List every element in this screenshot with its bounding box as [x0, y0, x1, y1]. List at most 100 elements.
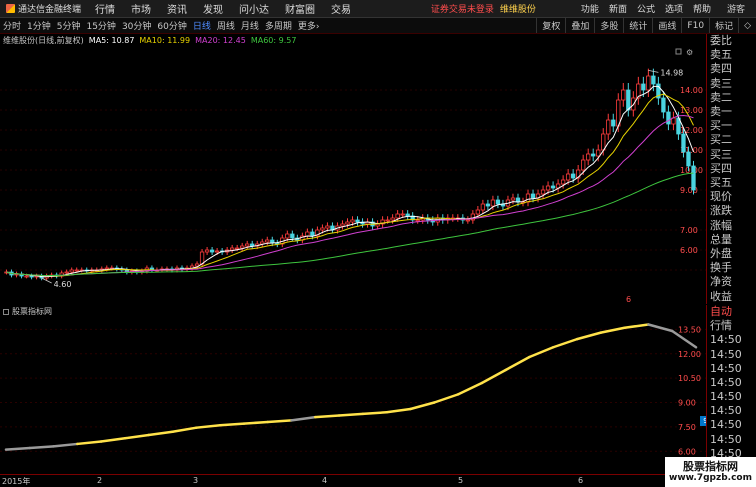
- panel-item[interactable]: 外盘: [707, 247, 756, 261]
- period-monthly[interactable]: 月线: [238, 19, 262, 32]
- panel-item[interactable]: 买一: [707, 119, 756, 133]
- panel-item[interactable]: 换手: [707, 261, 756, 275]
- candle: [74, 269, 79, 272]
- menu-quotes[interactable]: 行情: [87, 1, 123, 16]
- candle: [525, 193, 531, 203]
- period-30min[interactable]: 30分钟: [119, 19, 154, 32]
- candlestick-chart[interactable]: 14.0013.0012.0011.0010.009.007.006.0014.…: [0, 46, 706, 304]
- indicator-segment: [385, 407, 412, 414]
- current-stock-name: 维维股份: [499, 5, 536, 15]
- menu-market[interactable]: 市场: [123, 1, 159, 16]
- period-daily[interactable]: 日线: [190, 19, 214, 32]
- period-intraday[interactable]: 分时: [0, 19, 24, 32]
- candle: [691, 165, 696, 191]
- panel-item[interactable]: 净资: [707, 275, 756, 289]
- menu-new-page[interactable]: 新面: [604, 2, 632, 15]
- draw-line-button[interactable]: 画线: [652, 18, 681, 33]
- panel-item[interactable]: 买三: [707, 148, 756, 162]
- logo-icon: [6, 4, 15, 13]
- candle: [350, 219, 355, 223]
- indicator-segment: [551, 337, 579, 349]
- panel-item[interactable]: 总量: [707, 233, 756, 247]
- panel-item[interactable]: 涨幅: [707, 219, 756, 233]
- candle: [475, 209, 481, 215]
- tick-time[interactable]: 行情: [707, 319, 756, 333]
- ma-line: [6, 85, 694, 278]
- statistics-button[interactable]: 统计: [623, 18, 652, 33]
- panel-item[interactable]: 买四: [707, 162, 756, 176]
- period-5min[interactable]: 5分钟: [54, 19, 84, 32]
- y-tick-label: 10.50: [678, 374, 701, 383]
- watermark-url: www.7gpzb.com: [669, 473, 752, 484]
- mark-button[interactable]: 标记: [709, 18, 738, 33]
- f10-button[interactable]: F10: [681, 18, 709, 33]
- checkbox-icon[interactable]: [3, 308, 9, 315]
- menu-functions[interactable]: 功能: [576, 2, 604, 15]
- auto-label[interactable]: 自动: [707, 305, 756, 319]
- menu-ask[interactable]: 问小达: [231, 1, 277, 16]
- login-status[interactable]: 证券交易未登录: [431, 2, 494, 15]
- candle: [265, 239, 270, 243]
- multi-stock-button[interactable]: 多股: [594, 18, 623, 33]
- login-alert[interactable]: 证券交易未登录 维维股份: [431, 2, 536, 15]
- indicator-title: 股票指标网: [12, 307, 52, 316]
- site-watermark: 股票指标网 www.7gpzb.com: [665, 457, 756, 487]
- period-multi[interactable]: 多周期: [262, 19, 295, 32]
- candle: [545, 185, 551, 191]
- panel-item[interactable]: 买二: [707, 133, 756, 147]
- date-month: 3: [193, 476, 199, 485]
- ma-info-bar: 维维股份(日线,前复权) MA5: 10.87 MA10: 11.99 MA20…: [0, 34, 706, 46]
- period-15min[interactable]: 15分钟: [83, 19, 118, 32]
- menu-options[interactable]: 选项: [660, 2, 688, 15]
- overlay-button[interactable]: 叠加: [565, 18, 594, 33]
- period-1min[interactable]: 1分钟: [24, 19, 54, 32]
- menu-bar: 通达信金融终端 行情 市场 资讯 发现 问小达 财富圈 交易 证券交易未登录 维…: [0, 0, 756, 18]
- ma-line: [6, 114, 694, 277]
- panel-item[interactable]: 涨跌: [707, 204, 756, 218]
- candle: [199, 251, 205, 265]
- indicator-chart[interactable]: 13.50 12.00 10.50 9.00 7.50 6.00: [0, 318, 706, 474]
- guest-label[interactable]: 游客: [716, 2, 756, 15]
- candle: [209, 249, 215, 253]
- candle: [465, 219, 470, 222]
- period-more-label: 更多: [297, 22, 316, 32]
- menu-news[interactable]: 资讯: [159, 1, 195, 16]
- tick-time: 14:50: [710, 375, 742, 389]
- tick-time: 14:50: [710, 432, 742, 446]
- candle: [230, 247, 235, 251]
- period-60min[interactable]: 60分钟: [154, 19, 189, 32]
- menu-help[interactable]: 帮助: [688, 2, 716, 15]
- adjust-button[interactable]: 复权: [536, 18, 565, 33]
- candle: [490, 199, 496, 207]
- y-tick-label: 9.00: [678, 399, 696, 408]
- ma60-value: MA60: 9.57: [250, 35, 297, 45]
- indicator-segment: [480, 368, 507, 385]
- panel-item[interactable]: 卖三: [707, 77, 756, 91]
- candle: [325, 225, 330, 229]
- panel-item[interactable]: 卖二: [707, 91, 756, 105]
- menu-trade[interactable]: 交易: [323, 1, 359, 16]
- date-month: 5: [458, 476, 464, 485]
- candle: [69, 269, 74, 273]
- candle: [29, 275, 34, 278]
- tick-time: 14:50: [710, 404, 742, 418]
- menu-discover[interactable]: 发现: [195, 1, 231, 16]
- panel-item[interactable]: 现价: [707, 190, 756, 204]
- panel-item[interactable]: 卖五: [707, 48, 756, 62]
- period-more[interactable]: 更多›: [295, 19, 323, 32]
- panel-item[interactable]: 卖一: [707, 105, 756, 119]
- candle: [245, 243, 250, 247]
- menu-formula[interactable]: 公式: [632, 2, 660, 15]
- period-weekly[interactable]: 周线: [214, 19, 238, 32]
- candle: [626, 89, 631, 111]
- indicator-segment: [290, 415, 317, 422]
- y-tick-label: 7.00: [680, 226, 698, 235]
- y-tick-label: 12.00: [678, 350, 701, 359]
- panel-item[interactable]: 卖四: [707, 62, 756, 76]
- indicator-segment: [99, 437, 127, 443]
- panel-item[interactable]: 买五: [707, 176, 756, 190]
- menu-wealth[interactable]: 财富圈: [277, 1, 323, 16]
- panel-item[interactable]: 委比: [707, 34, 756, 48]
- panel-item[interactable]: 收益: [707, 290, 756, 304]
- diamond-icon[interactable]: ◇: [738, 18, 756, 33]
